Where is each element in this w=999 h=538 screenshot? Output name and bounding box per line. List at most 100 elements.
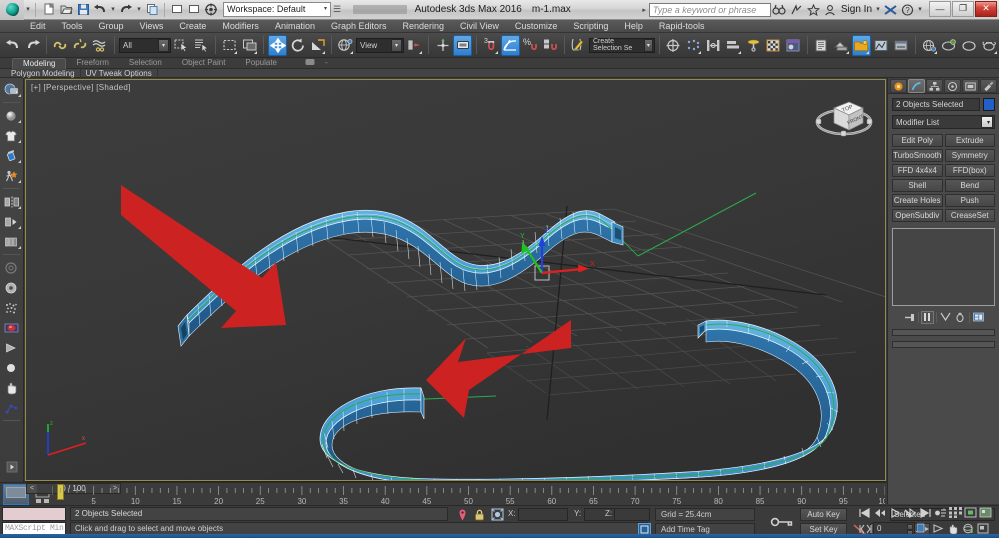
- key-mode-toggle-icon[interactable]: [933, 506, 947, 519]
- next-frame-icon[interactable]: [903, 506, 917, 519]
- render-production-icon[interactable]: [852, 34, 871, 56]
- open-file-icon[interactable]: [58, 2, 74, 18]
- pin-stack-icon[interactable]: [903, 311, 916, 324]
- object-color-swatch[interactable]: [983, 98, 995, 111]
- unlink-selection-icon[interactable]: [71, 35, 90, 56]
- menu-item-rapid-tools[interactable]: Rapid-tools: [651, 20, 713, 33]
- menu-item-edit[interactable]: Edit: [22, 20, 54, 33]
- undo-dropdown-icon[interactable]: ▾: [109, 0, 117, 20]
- menu-item-tools[interactable]: Tools: [54, 20, 91, 33]
- populate-character-icon[interactable]: [2, 166, 22, 185]
- maxscript-listener-input[interactable]: [2, 507, 66, 521]
- create-tab[interactable]: [890, 79, 907, 93]
- material-editor-icon[interactable]: [764, 35, 783, 56]
- material-sample-icon[interactable]: [2, 318, 22, 337]
- menu-item-graph-editors[interactable]: Graph Editors: [323, 20, 395, 33]
- render-iterative-icon[interactable]: [872, 35, 891, 56]
- modifier-button-symmetry[interactable]: Symmetry: [944, 149, 995, 162]
- project-folder-icon[interactable]: [203, 2, 219, 18]
- modifier-stack[interactable]: [892, 228, 995, 306]
- absolute-relative-transform-icon[interactable]: [491, 508, 504, 521]
- ribbon-tab-populate[interactable]: Populate: [235, 58, 287, 68]
- make-unique-icon[interactable]: [939, 311, 952, 324]
- select-and-scale-icon[interactable]: [308, 35, 327, 56]
- ribbon-subtab-uv-tweak-options[interactable]: UV Tweak Options: [81, 68, 158, 78]
- named-selection-sets-dropdown[interactable]: Create Selection Se ▾: [589, 37, 655, 53]
- remove-modifier-icon[interactable]: [954, 311, 967, 324]
- select-object-icon[interactable]: [172, 35, 191, 56]
- modifier-button-extrude[interactable]: Extrude: [944, 134, 995, 147]
- previous-frame-arrow[interactable]: <: [27, 484, 37, 493]
- expand-panel-icon[interactable]: [2, 457, 22, 476]
- spacing-tool-icon[interactable]: [2, 232, 22, 251]
- active-shade-icon[interactable]: [892, 35, 911, 56]
- autodesk-360-icon[interactable]: [882, 2, 899, 18]
- previous-frame-icon[interactable]: [873, 506, 887, 519]
- redo-dropdown-icon[interactable]: ▾: [135, 0, 143, 20]
- light-sphere-icon[interactable]: [2, 358, 22, 377]
- spinner-snap-toggle-icon[interactable]: [541, 35, 560, 56]
- sphere-primitive-icon[interactable]: [2, 106, 22, 125]
- percent-snap-toggle-icon[interactable]: %: [521, 35, 540, 56]
- user-account-icon[interactable]: [822, 2, 839, 18]
- search-input[interactable]: Type a keyword or phrase: [648, 2, 771, 17]
- maximize-viewport-toggle-icon[interactable]: [978, 506, 992, 519]
- object-name-field[interactable]: 2 Objects Selected: [892, 98, 980, 111]
- help-caret-icon[interactable]: ▾: [916, 0, 924, 20]
- play-animation-icon[interactable]: [888, 506, 902, 519]
- reference-coordinate-dropdown[interactable]: View ▾: [356, 37, 404, 53]
- scatter-icon[interactable]: [2, 298, 22, 317]
- open-autodesk-a360-gallery-icon[interactable]: [940, 35, 959, 56]
- auto-key-button[interactable]: Auto Key: [800, 508, 847, 521]
- array-tool-icon[interactable]: [2, 212, 22, 231]
- menu-item-rendering[interactable]: Rendering: [395, 20, 453, 33]
- select-link-icon[interactable]: [51, 35, 70, 56]
- workspace-selector[interactable]: Workspace: Default ▾: [223, 2, 331, 17]
- cone-helper-icon[interactable]: [2, 338, 22, 357]
- cloth-garment-icon[interactable]: [2, 126, 22, 145]
- menu-item-create[interactable]: Create: [171, 20, 214, 33]
- zoom-extents-all-icon[interactable]: [963, 506, 977, 519]
- key-mode-icon[interactable]: [770, 514, 794, 530]
- sign-in-caret-icon[interactable]: ▾: [874, 0, 882, 20]
- snaps-toggle-icon[interactable]: 3: [481, 35, 500, 56]
- time-configuration-icon[interactable]: [948, 506, 962, 519]
- go-to-start-icon[interactable]: [858, 506, 872, 519]
- utilities-tab[interactable]: [980, 79, 997, 93]
- ribbon-tab-freeform[interactable]: Freeform: [66, 58, 118, 68]
- z-coordinate-field[interactable]: [614, 508, 650, 521]
- scene-explorer-icon[interactable]: [2, 80, 22, 99]
- menu-item-civil-view[interactable]: Civil View: [452, 20, 507, 33]
- window-crossing-icon[interactable]: [240, 35, 259, 56]
- x-coordinate-field[interactable]: [518, 508, 568, 521]
- perspective-viewport[interactable]: Y Z X z x [+] [Perspective] [Shaded] TOP…: [25, 79, 886, 481]
- modifier-button-ffd-box[interactable]: FFD(box): [944, 164, 995, 177]
- menu-item-modifiers[interactable]: Modifiers: [214, 20, 267, 33]
- rectangular-selection-region-icon[interactable]: [220, 35, 239, 56]
- render-frame-icon[interactable]: [186, 2, 202, 18]
- exchange-app-icon[interactable]: [788, 2, 805, 18]
- mirror-tool-icon[interactable]: [2, 192, 22, 211]
- ribbon-tab-object-paint[interactable]: Object Paint: [172, 58, 236, 68]
- redo-icon[interactable]: [118, 2, 134, 18]
- copy-icon[interactable]: [144, 2, 160, 18]
- show-end-result-icon[interactable]: [920, 310, 934, 324]
- close-button[interactable]: ✕: [975, 0, 998, 17]
- go-to-end-icon[interactable]: [918, 506, 932, 519]
- render-setup-icon[interactable]: [812, 35, 831, 56]
- menu-item-group[interactable]: Group: [91, 20, 132, 33]
- mirror-icon[interactable]: [664, 35, 683, 56]
- ring-array-icon[interactable]: [2, 278, 22, 297]
- sign-in-button[interactable]: Sign In: [841, 4, 872, 15]
- modifier-button-opensubdiv[interactable]: OpenSubdiv: [892, 209, 943, 222]
- search-expand-icon[interactable]: ▸: [642, 6, 646, 14]
- configure-modifier-sets-icon[interactable]: [972, 311, 985, 324]
- motion-tab[interactable]: [944, 79, 961, 93]
- minimize-button[interactable]: —: [929, 0, 952, 17]
- modifier-button-shell[interactable]: Shell: [892, 179, 943, 192]
- open-scene-converter-icon[interactable]: [960, 35, 979, 56]
- pan-hand-icon[interactable]: [2, 378, 22, 397]
- ribbon-tab-modeling[interactable]: Modeling: [12, 57, 67, 69]
- rollout-placeholder-2[interactable]: [892, 341, 995, 348]
- menu-item-views[interactable]: Views: [132, 20, 172, 33]
